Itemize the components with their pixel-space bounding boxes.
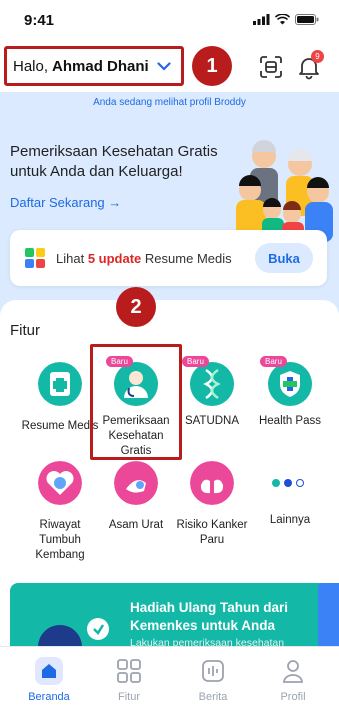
wifi-icon (275, 14, 290, 25)
nav-label: Berita (198, 691, 228, 703)
greeting-text: Halo, (13, 57, 49, 75)
feature-health-pass[interactable]: Baru Health Pass (250, 356, 330, 429)
nav-label: Beranda (28, 691, 70, 703)
step-marker-2: 2 (116, 287, 156, 327)
system-icons (253, 14, 319, 25)
features-title: Fitur (10, 322, 40, 339)
feature-resume-medis[interactable]: Resume Medis (20, 362, 100, 434)
home-icon (35, 657, 63, 685)
step-marker-1: 1 (192, 46, 232, 86)
feature-label: Health Pass (258, 415, 321, 427)
nav-label: Fitur (118, 691, 140, 703)
user-name: Ahmad Dhani (52, 57, 149, 75)
nav-berita[interactable]: Berita (178, 657, 248, 703)
update-text: Lihat 5 update Resume Medis (56, 250, 232, 266)
update-count: 5 update (87, 250, 142, 266)
new-badge: Baru (182, 356, 209, 367)
feature-risiko-kanker-paru[interactable]: Risiko Kanker Paru (172, 461, 252, 548)
new-badge: Baru (260, 356, 287, 367)
gout-icon (114, 461, 158, 505)
signal-icon (253, 14, 270, 25)
feature-label: Lainnya (269, 514, 311, 526)
status-bar: 9:41 (0, 0, 339, 40)
child-growth-icon (38, 461, 82, 505)
app-header: Halo, Ahmad Dhani 1 (0, 40, 339, 92)
feature-label: Risiko Kanker Paru (176, 519, 248, 546)
dna-icon (190, 362, 234, 406)
feature-asam-urat[interactable]: Asam Urat (96, 461, 176, 533)
resume-update-icon (25, 248, 45, 268)
more-dots-icon (272, 479, 304, 487)
bottom-navigation: Beranda Fitur Berita Profil (0, 646, 339, 722)
promo-title: Hadiah Ulang Tahun dari Kemenkes untuk A… (130, 600, 289, 633)
news-icon (202, 660, 224, 682)
notification-badge: 9 (311, 50, 324, 63)
feature-label: Asam Urat (108, 519, 164, 531)
nav-profil[interactable]: Profil (258, 657, 328, 703)
feature-lainnya[interactable]: Lainnya (250, 461, 330, 528)
grid-icon (117, 659, 141, 683)
status-time: 9:41 (24, 12, 55, 29)
feature-label: Riwayat Tumbuh Kembang (35, 519, 85, 561)
scan-icon[interactable] (258, 54, 284, 80)
profile-notice: Anda sedang melihat profil Broddy (0, 92, 339, 114)
feature-satudna[interactable]: Baru SATUDNA (172, 356, 252, 429)
feature-label: Resume Medis (21, 420, 99, 432)
open-button[interactable]: Buka (255, 243, 313, 273)
nav-fitur[interactable]: Fitur (94, 657, 164, 703)
resume-update-card[interactable]: Lihat 5 update Resume Medis Buka (10, 230, 327, 286)
nav-label: Profil (280, 691, 306, 703)
hero-title: Pemeriksaan Kesehatan Gratis untuk Anda … (10, 143, 218, 180)
nav-beranda[interactable]: Beranda (14, 657, 84, 703)
feature-label: SATUDNA (184, 415, 240, 427)
chevron-down-icon (157, 61, 171, 71)
health-pass-icon (268, 362, 312, 406)
battery-icon (295, 14, 319, 25)
highlight-box (90, 344, 182, 460)
profile-switcher[interactable]: Halo, Ahmad Dhani (4, 46, 184, 86)
medical-record-icon (38, 362, 82, 406)
lungs-icon (190, 461, 234, 505)
register-link[interactable]: Daftar Sekarang → (10, 195, 121, 210)
feature-riwayat-tumbuh-kembang[interactable]: Riwayat Tumbuh Kembang (20, 461, 100, 563)
user-icon (283, 660, 303, 683)
